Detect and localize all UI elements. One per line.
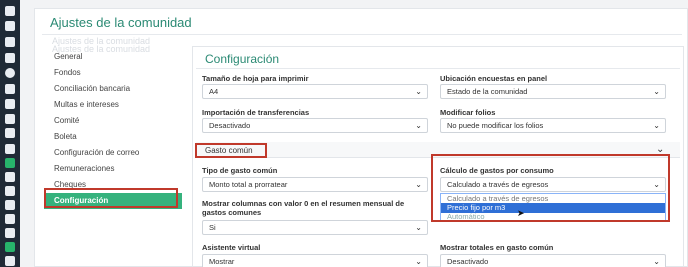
asistente-select[interactable]: Mostrar ⌄ — [202, 254, 428, 267]
totales-label: Mostrar totales en gasto común — [440, 243, 554, 252]
folios-select[interactable]: No puede modificar los folios ⌄ — [440, 118, 666, 133]
nav-item-conciliacion[interactable]: Conciliación bancaria — [44, 81, 182, 97]
chevron-down-icon: ⌄ — [653, 121, 660, 130]
home-icon[interactable] — [5, 6, 15, 16]
asistente-label: Asistente virtual — [202, 243, 261, 252]
card-icon[interactable] — [5, 37, 15, 47]
chevron-down-icon: ⌄ — [653, 257, 660, 266]
building-icon[interactable] — [5, 84, 15, 94]
nav-item-comite[interactable]: Comité — [44, 113, 182, 129]
totales-value: Desactivado — [447, 257, 489, 266]
importacion-select[interactable]: Desactivado ⌄ — [202, 118, 428, 133]
dashboard-icon[interactable] — [5, 21, 15, 31]
nav-item-multas[interactable]: Multas e intereses — [44, 97, 182, 113]
importacion-value: Desactivado — [209, 121, 251, 130]
encuestas-value: Estado de la comunidad — [447, 87, 528, 96]
briefcase-icon[interactable] — [5, 128, 15, 138]
people-icon[interactable] — [5, 144, 15, 154]
chat-icon-2[interactable] — [5, 256, 15, 266]
chevron-down-icon: ⌄ — [415, 223, 422, 232]
nav-item-correo[interactable]: Configuración de correo — [44, 145, 182, 161]
chevron-down-icon: ⌄ — [415, 121, 422, 130]
tipo-label: Tipo de gasto común — [202, 166, 278, 175]
nav-item-fondos[interactable]: Fondos — [44, 65, 182, 81]
divider — [196, 68, 680, 69]
cursor-icon: ➤ — [517, 208, 525, 218]
chart-icon[interactable] — [5, 228, 15, 238]
encuestas-label: Ubicación encuestas en panel — [440, 74, 548, 83]
key-icon[interactable] — [5, 172, 15, 182]
list-icon[interactable] — [5, 99, 15, 109]
hoja-value: A4 — [209, 87, 219, 96]
info-icon[interactable] — [5, 68, 15, 78]
upload-icon[interactable] — [5, 114, 15, 124]
divider — [42, 34, 682, 35]
tipo-select[interactable]: Monto total a prorratear ⌄ — [202, 177, 428, 192]
app-sidebar — [0, 0, 20, 267]
chevron-down-icon: ⌄ — [415, 180, 422, 189]
highlight-box — [431, 154, 670, 222]
columnas-value: Si — [209, 223, 216, 232]
tipo-value: Monto total a prorratear — [209, 180, 288, 189]
encuestas-select[interactable]: Estado de la comunidad ⌄ — [440, 84, 666, 99]
config-title: Configuración — [205, 52, 280, 66]
nav-item-general[interactable]: General — [44, 49, 182, 65]
document-icon[interactable] — [5, 158, 15, 168]
chat-icon[interactable] — [5, 53, 15, 63]
chevron-down-icon: ⌄ — [415, 257, 422, 266]
columnas-select[interactable]: Si ⌄ — [202, 220, 428, 235]
calculator-icon[interactable] — [5, 200, 15, 210]
folios-label: Modificar folios — [440, 108, 496, 117]
totales-select[interactable]: Desactivado ⌄ — [440, 254, 666, 267]
nav-item-remuneraciones[interactable]: Remuneraciones — [44, 161, 182, 177]
highlight-box — [44, 188, 178, 208]
nav-item-boleta[interactable]: Boleta — [44, 129, 182, 145]
highlight-box — [195, 143, 267, 158]
columnas-label: Mostrar columnas con valor 0 en el resum… — [202, 199, 405, 217]
settings-nav: General Fondos Conciliación bancaria Mul… — [44, 45, 182, 209]
hoja-select[interactable]: A4 ⌄ — [202, 84, 428, 99]
chevron-down-icon: ⌄ — [415, 87, 422, 96]
page-title: Ajustes de la comunidad — [50, 15, 192, 30]
wrench-icon[interactable] — [5, 242, 15, 252]
pie-icon[interactable] — [5, 186, 15, 196]
importacion-label: Importación de transferencias — [202, 108, 310, 117]
folios-value: No puede modificar los folios — [447, 121, 544, 130]
hoja-label: Tamaño de hoja para imprimir — [202, 74, 309, 83]
chevron-down-icon: ⌄ — [653, 87, 660, 96]
grid-icon[interactable] — [5, 214, 15, 224]
asistente-value: Mostrar — [209, 257, 235, 266]
